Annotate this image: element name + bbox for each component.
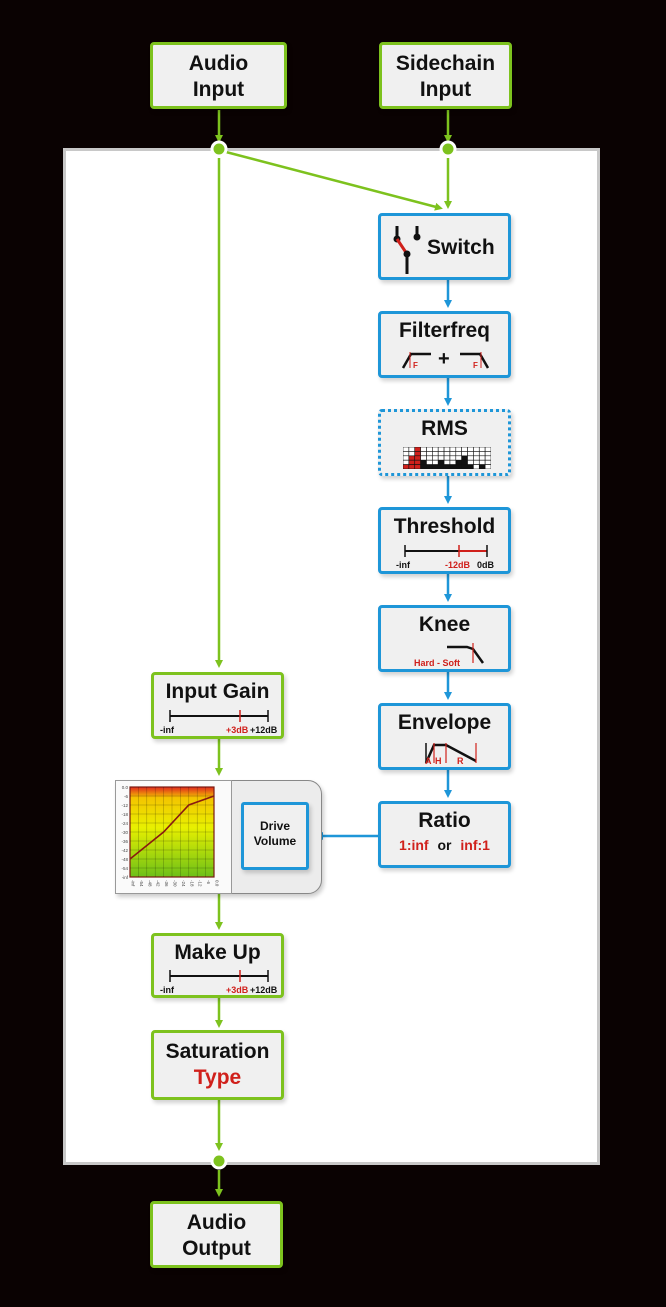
threshold-min-label: -inf [396,560,410,570]
sidechain-input-node[interactable]: Sidechain Input [379,42,512,109]
ratio-option-2: inf:1 [460,837,490,853]
audio-input-line2: Input [192,78,245,101]
threshold-title: Threshold [393,515,496,538]
y-tick-label: -inf [122,875,129,880]
rms-meter-icon [403,447,491,469]
saturation-type: Type [193,1066,242,1089]
x-tick-label: -48 [147,880,152,887]
audio-input-node[interactable]: Audio Input [150,42,287,109]
make-up-min-label: -inf [160,985,174,995]
lowpass-label: F [473,361,478,370]
make-up-value-label: +3dB [226,985,249,995]
x-tick-label: -18 [189,880,194,887]
envelope-attack-label: A [425,756,432,766]
x-tick-label: -12 [198,880,203,887]
input-gain-max-label: +12dB [250,725,278,735]
y-tick-label: -54 [121,866,128,871]
y-tick-label: -18 [121,812,128,817]
ratio-title: Ratio [418,809,471,832]
knee-title: Knee [418,613,471,636]
x-tick-label: 0.0 [215,880,220,887]
drive-volume-line1: Drive [259,819,291,833]
switch-title: Switch [427,236,495,259]
drive-volume-node[interactable]: Drive Volume [241,802,309,870]
y-tick-label: -30 [121,830,128,835]
sidechain-input-line1: Sidechain [395,52,496,75]
junction-sidechain-in [439,140,457,158]
highpass-label: F [413,361,418,370]
ratio-or: or [437,837,452,853]
ratio-option-1: 1:inf [399,837,429,853]
threshold-node[interactable]: Threshold -inf -12dB 0dB [378,507,511,574]
audio-output-node[interactable]: Audio Output [150,1201,283,1268]
threshold-value-label: -12dB [445,560,471,570]
x-tick-label: -30 [173,880,178,887]
make-up-max-label: +12dB [250,985,278,995]
junction-audio-in [210,140,228,158]
rms-title: RMS [421,417,468,440]
y-tick-label: -48 [121,857,128,862]
y-tick-label: -12 [121,803,128,808]
threshold-scale [404,545,488,557]
envelope-title: Envelope [397,711,492,734]
ratio-node[interactable]: Ratio 1:inf or inf:1 [378,801,511,868]
filterfreq-title: Filterfreq [398,319,490,342]
y-tick-label: -6 [124,794,128,799]
x-tick-label: -36 [164,880,169,887]
input-gain-title: Input Gain [165,680,270,703]
highpass-filter-icon: F [401,352,431,370]
saturation-title: Saturation [165,1040,270,1063]
make-up-scale [169,970,269,982]
wire-audio-to-switch [225,150,443,211]
audio-output-line2: Output [182,1237,251,1260]
rms-node[interactable]: RMS [378,409,511,476]
switch-icon [393,226,421,274]
knee-label: Hard - Soft [414,658,460,668]
input-gain-min-label: -inf [160,725,174,735]
input-gain-node[interactable]: Input Gain -inf +3dB +12dB [151,672,284,739]
audio-input-line1: Audio [188,52,249,75]
knee-node[interactable]: Knee Hard - Soft [378,605,511,672]
x-tick-label: -6 [206,880,211,884]
y-tick-label: -42 [121,848,128,853]
signal-wires [210,110,457,1197]
envelope-icon [424,743,477,764]
filterfreq-node[interactable]: Filterfreq F + F [378,311,511,378]
saturation-node[interactable]: Saturation Type [151,1030,284,1100]
y-tick-label: 0.0 [122,785,129,790]
make-up-title: Make Up [174,941,261,964]
threshold-max-label: 0dB [477,560,495,570]
junction-audio-out [210,1152,228,1170]
audio-output-line1: Audio [186,1211,247,1234]
y-tick-label: -36 [121,839,128,844]
lowpass-filter-icon: F [460,352,490,370]
envelope-node[interactable]: Envelope A H R [378,703,511,770]
input-gain-scale [169,710,269,722]
envelope-hold-label: H [435,756,442,766]
x-tick-label: -42 [156,880,161,887]
x-tick-label: -inf [131,880,136,887]
x-tick-label: -24 [181,880,186,887]
envelope-release-label: R [457,756,464,766]
filterfreq-plus: + [438,348,450,370]
drive-volume-line2: Volume [253,834,297,848]
sidechain-input-line2: Input [419,78,472,101]
transfer-graph: 0.0 -6 -12 -18 -24 -30 -36 -42 -48 -54 -inf -inf -54… [115,780,232,894]
switch-node[interactable]: Switch [378,213,511,280]
x-tick-label: -54 [139,880,144,887]
transfer-plot: 0.0-6-12-18-24-30-36-42-48-54-inf-inf -54… [121,785,220,887]
make-up-node[interactable]: Make Up -inf +3dB +12dB [151,933,284,998]
input-gain-value-label: +3dB [226,725,249,735]
y-tick-label: -24 [121,821,128,826]
